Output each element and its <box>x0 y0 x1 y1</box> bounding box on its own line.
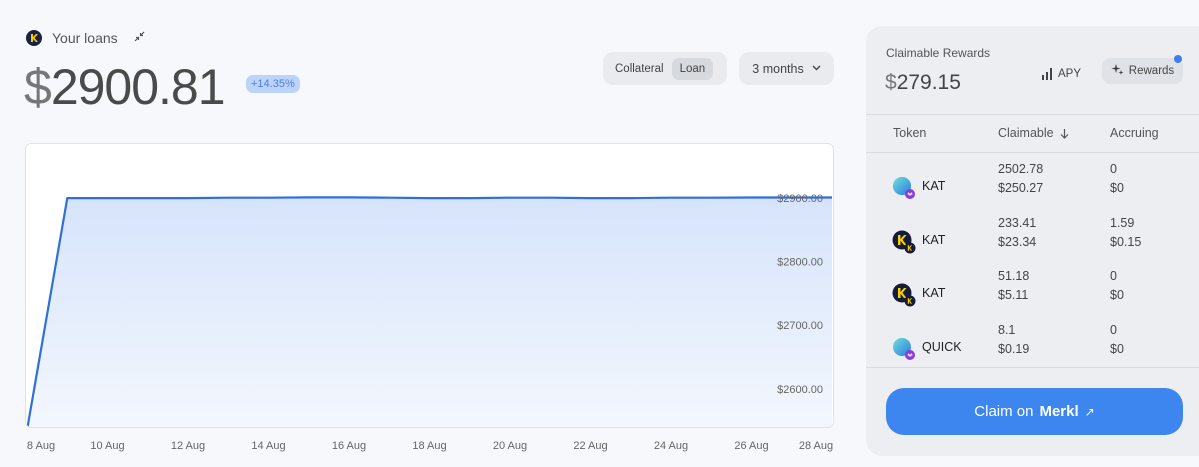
currency-symbol: $ <box>24 59 52 115</box>
y-tick-label: $2800.00 <box>777 257 823 269</box>
rewards-panel: Claimable Rewards $279.15 APY Rewards To… <box>866 26 1199 456</box>
loan-tab[interactable]: Loan <box>671 57 714 80</box>
x-tick-label: 28 Aug <box>798 440 834 452</box>
x-tick-label: 10 Aug <box>90 440 125 452</box>
claimable-header-label: Claimable <box>998 126 1054 140</box>
x-tick-label: 8 Aug <box>26 440 56 452</box>
column-header-accruing: Accruing <box>1110 126 1159 140</box>
change-badge: +14.35% <box>246 75 300 93</box>
token-name: QUICK <box>922 339 962 354</box>
rewards-amount-value: 279.15 <box>896 71 961 94</box>
claim-prefix: Claim on <box>974 403 1034 420</box>
merkl-brand: Merkl <box>1039 403 1079 420</box>
accruing-usd: $0 <box>1110 288 1124 302</box>
claimable-amount: 2502.78 <box>998 162 1044 176</box>
accruing-amount: 0 <box>1110 162 1117 176</box>
x-tick-label: 18 Aug <box>412 440 447 452</box>
sort-down-icon <box>1060 128 1069 139</box>
accruing-amount: 0 <box>1110 322 1117 337</box>
loan-chart: $2900.00 $2800.00 $2700.00 $2600.00 <box>25 143 834 428</box>
claimable-rewards-label: Claimable Rewards <box>886 46 991 60</box>
kat-token-icon <box>26 30 42 46</box>
kat-pair-icon <box>892 230 916 254</box>
x-tick-label: 12 Aug <box>170 440 206 452</box>
loan-chart-svg: $2900.00 $2800.00 $2700.00 $2600.00 <box>26 193 833 427</box>
collateral-loan-toggle: Collateral Loan <box>603 52 727 85</box>
kat-lp-icon <box>892 176 916 200</box>
chart-area-fill <box>27 197 832 427</box>
accruing-usd: $0 <box>1110 341 1124 356</box>
divider <box>866 367 1199 368</box>
claimable-amount: 8.1 <box>998 322 1016 337</box>
column-header-claimable[interactable]: Claimable <box>998 126 1069 140</box>
claimable-usd: $23.34 <box>998 234 1037 249</box>
collateral-tab[interactable]: Collateral <box>607 58 672 80</box>
x-tick-label: 26 Aug <box>734 440 769 452</box>
reward-row: QUICK 8.1 $0.19 0 $0 <box>866 321 1199 374</box>
quick-lp-icon <box>892 337 916 361</box>
x-tick-label: 20 Aug <box>492 440 528 452</box>
rewards-button[interactable]: Rewards <box>1102 58 1183 84</box>
claim-on-merkl-button[interactable]: Claim on Merkl ↗ <box>886 388 1183 435</box>
y-tick-label: $2900.00 <box>777 193 823 205</box>
claimable-amount: 51.18 <box>998 269 1030 283</box>
x-tick-label: 22 Aug <box>573 440 608 452</box>
accruing-usd: $0 <box>1110 181 1124 195</box>
loans-panel: Your loans $2900.81 +14.35% Collateral L… <box>0 0 850 467</box>
time-range-select[interactable]: 3 months <box>739 52 834 85</box>
chart-x-axis: 8 Aug 10 Aug 12 Aug 14 Aug 16 Aug 18 Aug 20 Au… <box>0 440 850 456</box>
claimable-usd: $250.27 <box>998 181 1044 195</box>
loan-amount: $2900.81 <box>24 58 226 116</box>
rewards-label: Rewards <box>1128 65 1175 77</box>
reward-row: KAT 51.18 $5.11 0 $0 <box>866 267 1199 320</box>
accruing-usd: $0.15 <box>1110 234 1142 249</box>
chevron-down-icon <box>812 63 821 74</box>
divider <box>866 114 1199 115</box>
collapse-icon[interactable] <box>134 31 145 45</box>
rewards-currency-symbol: $ <box>885 71 897 94</box>
sparkle-icon <box>1111 63 1124 79</box>
claimable-amount: 233.41 <box>998 215 1037 230</box>
claimable-usd: $5.11 <box>998 288 1029 302</box>
claimable-usd: $0.19 <box>998 341 1030 356</box>
external-link-icon: ↗ <box>1084 404 1095 419</box>
loan-amount-value: 2900.81 <box>50 59 226 115</box>
token-name: KAT <box>922 232 946 247</box>
column-header-token: Token <box>893 126 927 140</box>
token-name: KAT <box>922 286 946 300</box>
reward-row: KAT 2502.78 $250.27 0 $0 <box>866 160 1199 213</box>
accruing-amount: 0 <box>1110 269 1117 283</box>
reward-row: KAT 233.41 $23.34 1.59 $0.15 <box>866 214 1199 267</box>
bar-chart-icon <box>1042 68 1052 80</box>
x-tick-label: 16 Aug <box>331 440 367 452</box>
loans-title: Your loans <box>52 30 118 46</box>
token-name: KAT <box>922 179 946 193</box>
notification-dot <box>1174 55 1182 63</box>
apy-label: APY <box>1058 68 1082 80</box>
kat-pair-icon <box>892 283 916 307</box>
time-range-value: 3 months <box>752 61 804 76</box>
y-tick-label: $2600.00 <box>777 384 823 396</box>
x-tick-label: 14 Aug <box>251 440 286 452</box>
x-tick-label: 24 Aug <box>653 440 689 452</box>
y-tick-label: $2700.00 <box>777 320 823 332</box>
accruing-amount: 1.59 <box>1110 215 1135 230</box>
apy-button[interactable]: APY <box>1042 61 1081 87</box>
claimable-rewards-amount: $279.15 <box>885 71 961 95</box>
divider <box>866 152 1199 153</box>
loans-header: Your loans <box>26 30 145 46</box>
